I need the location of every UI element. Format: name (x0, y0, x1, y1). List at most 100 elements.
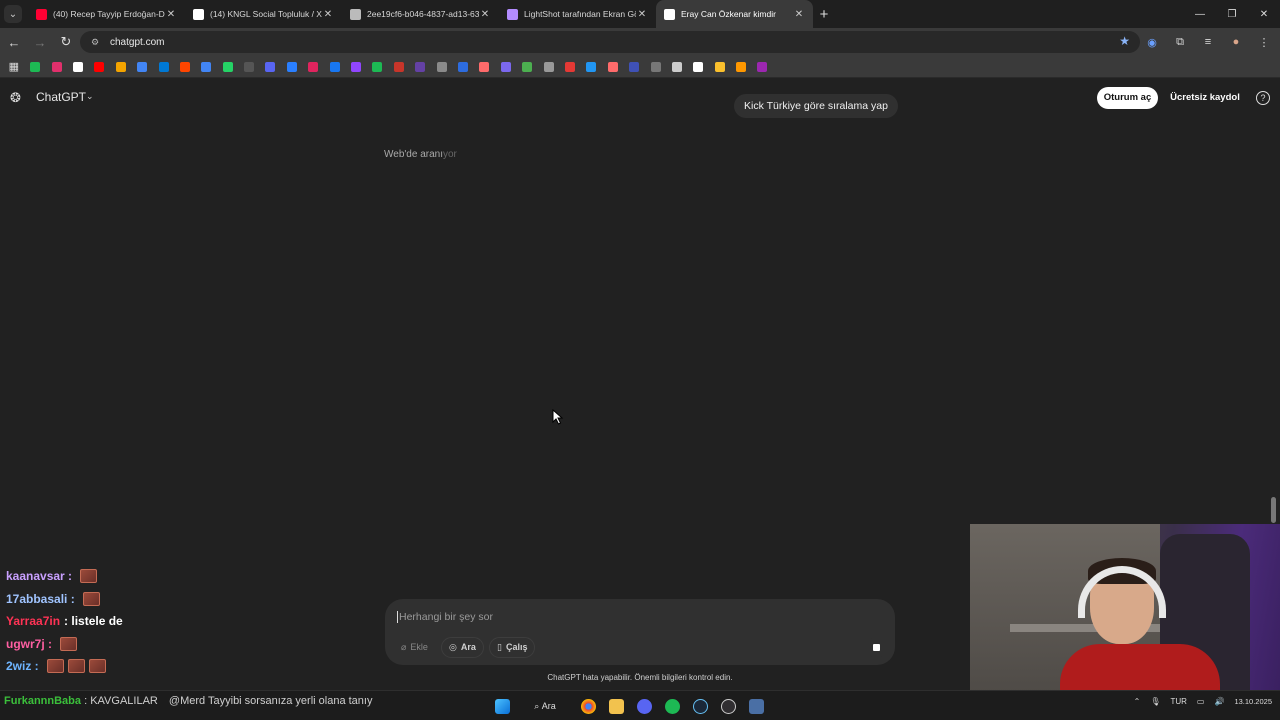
bookmark-icon[interactable] (669, 59, 685, 74)
tab-close-icon[interactable]: ✕ (322, 9, 334, 20)
attach-label: Ekle (410, 642, 428, 652)
bookmark-icon[interactable] (733, 59, 749, 74)
bookmark-icon[interactable] (156, 59, 172, 74)
bookmark-icon[interactable] (134, 59, 150, 74)
bookmark-icon[interactable] (177, 59, 193, 74)
bookmark-icon[interactable] (755, 59, 771, 74)
signup-button[interactable]: Ücretsiz kaydol (1166, 87, 1244, 109)
bookmark-icon[interactable] (584, 59, 600, 74)
bookmark-star-icon[interactable]: ★ (1119, 34, 1130, 48)
volume-icon[interactable]: 🔊 (1214, 697, 1224, 706)
windows-start-icon[interactable] (492, 696, 512, 716)
study-button[interactable]: ▯ Çalış (489, 637, 536, 658)
bookmark-icon[interactable] (477, 59, 493, 74)
tab-close-icon[interactable]: ✕ (793, 9, 805, 20)
bookmark-icon[interactable] (626, 59, 642, 74)
emote-icon (80, 569, 98, 584)
bookmark-icon[interactable] (391, 59, 407, 74)
bookmark-icon[interactable] (434, 59, 450, 74)
clock[interactable]: 13.10.2025 (1234, 697, 1272, 706)
tab-1[interactable]: (14) KNGL Social Topluluk / X ✕ (185, 0, 342, 28)
back-icon[interactable]: ← (2, 30, 26, 54)
bookmark-icon[interactable] (92, 59, 108, 74)
steam-icon[interactable] (690, 696, 710, 716)
tab-0[interactable]: (40) Recep Tayyip Erdoğan-Doli ✕ (28, 0, 185, 28)
bookmark-icon[interactable] (199, 59, 215, 74)
new-tab-button[interactable]: + (813, 6, 835, 23)
login-button[interactable]: Oturum aç (1097, 87, 1158, 109)
network-icon[interactable]: ▭ (1197, 697, 1205, 706)
tab-close-icon[interactable]: ✕ (636, 9, 648, 20)
bookmark-icon[interactable] (498, 59, 514, 74)
chat-username: ugwr7j : (6, 636, 53, 651)
bookmark-icon[interactable] (541, 59, 557, 74)
media-icon[interactable]: ≡ (1198, 31, 1218, 53)
menu-icon[interactable]: ⋮ (1254, 31, 1274, 53)
user-message: Kick Türkiye göre sıralama yap (734, 94, 898, 118)
restore-icon[interactable]: ❐ (1216, 0, 1248, 28)
bookmark-icon[interactable] (70, 59, 86, 74)
forward-icon[interactable]: → (28, 30, 52, 54)
openai-logo-icon[interactable]: ❂ (10, 91, 24, 105)
tab-title: LightShot tarafından Ekran Gör (524, 9, 636, 19)
microphone-icon[interactable]: 🎙 (1150, 697, 1160, 706)
site-info-icon[interactable]: ⚙ (88, 35, 102, 49)
tab-4[interactable]: Eray Can Özkenar kimdir ✕ (656, 0, 813, 28)
chrome-icon[interactable] (578, 696, 598, 716)
tab-title: 2ee19cf6-b046-4837-ad13-63 (367, 9, 479, 19)
close-window-icon[interactable]: ✕ (1248, 0, 1280, 28)
ticker: FurkannnBaba : KAVGALILAR @Merd Tayyibi … (4, 695, 372, 707)
extension-icon[interactable]: ◉ (1142, 31, 1162, 53)
apps-grid-icon[interactable]: ▦ (6, 59, 22, 74)
bookmark-icon[interactable] (263, 59, 279, 74)
obs-icon[interactable] (718, 696, 738, 716)
language-indicator[interactable]: TUR (1170, 697, 1186, 706)
chevron-down-icon[interactable]: ⌄ (86, 91, 94, 102)
bookmark-icon[interactable] (562, 59, 578, 74)
file-explorer-icon[interactable] (606, 696, 626, 716)
chat-message: 2wiz : (0, 655, 330, 678)
bookmark-icon[interactable] (691, 59, 707, 74)
address-bar[interactable]: ⚙ chatgpt.com ★ (80, 31, 1140, 53)
bookmark-icon[interactable] (241, 59, 257, 74)
bookmark-icon[interactable] (712, 59, 728, 74)
study-label: Çalış (505, 642, 528, 652)
prompt-input[interactable]: Herhangi bir şey sor (397, 611, 493, 623)
bookmark-icon[interactable] (519, 59, 535, 74)
bookmark-icon[interactable] (455, 59, 471, 74)
tray-chevron-icon[interactable]: ⌃ (1134, 697, 1141, 706)
help-icon[interactable]: ? (1256, 91, 1270, 105)
bookmark-icon[interactable] (113, 59, 129, 74)
bookmark-icon[interactable] (648, 59, 664, 74)
search-button[interactable]: ◎ Ara (441, 637, 484, 658)
composer[interactable]: Herhangi bir şey sor ⌀ Ekle ◎ Ara ▯ Çalış (385, 599, 895, 665)
bookmark-icon[interactable] (49, 59, 65, 74)
scrollbar[interactable] (1271, 497, 1276, 523)
minimize-icon[interactable]: — (1184, 0, 1216, 28)
bookmark-icon[interactable] (220, 59, 236, 74)
discord-icon[interactable] (634, 696, 654, 716)
taskbar-search[interactable]: ⌕ Ara (520, 696, 570, 716)
model-selector[interactable]: ChatGPT (36, 90, 86, 104)
attach-button[interactable]: ⌀ Ekle (393, 637, 436, 658)
tab-3[interactable]: LightShot tarafından Ekran Gör ✕ (499, 0, 656, 28)
puzzle-icon[interactable]: ⧉ (1170, 31, 1190, 53)
spotify-icon[interactable] (662, 696, 682, 716)
reload-icon[interactable]: ↻ (54, 30, 78, 54)
bookmark-icon[interactable] (27, 59, 43, 74)
bookmark-icon[interactable] (284, 59, 300, 74)
tab-close-icon[interactable]: ✕ (165, 9, 177, 20)
tab-search-icon[interactable]: ⌄ (4, 5, 22, 23)
profile-avatar[interactable]: ● (1226, 31, 1246, 53)
tab-2[interactable]: 2ee19cf6-b046-4837-ad13-63 ✕ (342, 0, 499, 28)
bookmark-icon[interactable] (327, 59, 343, 74)
bookmark-icon[interactable] (305, 59, 321, 74)
tab-close-icon[interactable]: ✕ (479, 9, 491, 20)
stop-button[interactable] (866, 637, 887, 658)
bookmark-icon[interactable] (412, 59, 428, 74)
bookmark-icon[interactable] (348, 59, 364, 74)
bookmark-icon[interactable] (605, 59, 621, 74)
ticker-secondary: @Merd Tayyibi sorsanıza yerli olana tanı… (168, 695, 373, 707)
calculator-icon[interactable] (746, 696, 766, 716)
bookmark-icon[interactable] (370, 59, 386, 74)
